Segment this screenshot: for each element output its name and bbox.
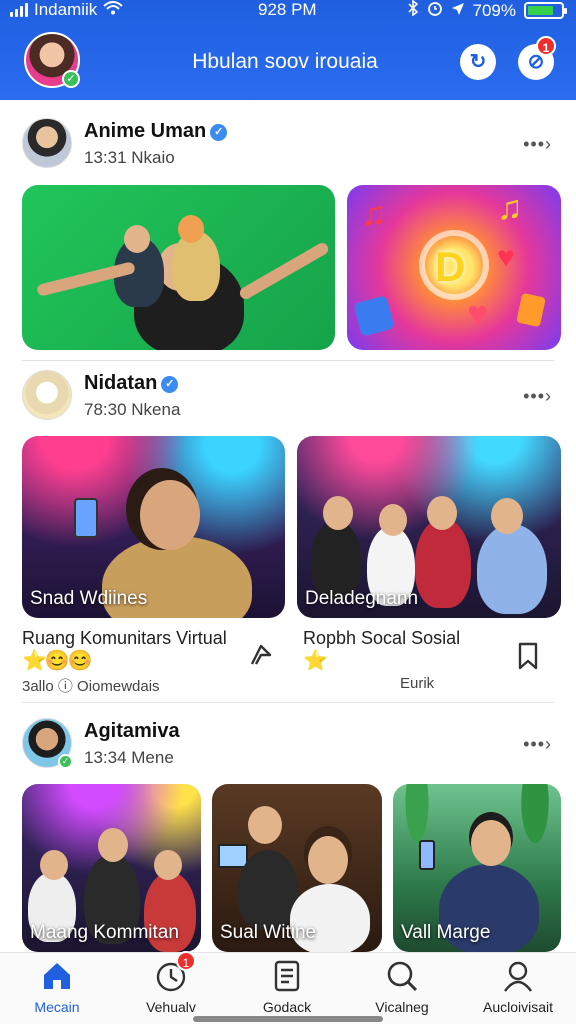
more-options-button[interactable]: •••›	[523, 734, 552, 755]
post-caption: Ruang Komunitars Virtual	[22, 628, 227, 648]
share-button[interactable]	[248, 642, 274, 675]
post-media-tile[interactable]: Maang Kommitan	[22, 784, 201, 952]
post-media-tile[interactable]	[22, 185, 335, 350]
post-media-tile[interactable]: Sual Witine	[212, 784, 382, 952]
document-icon	[270, 959, 304, 993]
post-author[interactable]: Agitamiva	[84, 720, 180, 743]
compass-button[interactable]: ⊘ 1	[518, 36, 556, 80]
post-media-tile[interactable]: Snad Wdiines	[22, 436, 285, 618]
signal-icon	[10, 3, 28, 17]
notification-badge: 1	[176, 951, 196, 971]
tile-caption: Vall Marge	[401, 922, 491, 943]
post-meta: 13:31 Nkaio	[84, 148, 175, 167]
author-avatar[interactable]	[22, 370, 72, 420]
alarm-icon	[427, 0, 443, 21]
music-note-icon: ♫	[497, 189, 523, 227]
location-icon	[451, 1, 465, 21]
author-avatar[interactable]: ✓	[22, 718, 73, 769]
verified-icon: ✓	[210, 124, 228, 141]
verified-icon: ✓	[161, 376, 179, 393]
post-author[interactable]: Nidatan ✓	[84, 372, 179, 395]
post-media-tile[interactable]: D ♫ ♫ ♥ ♥	[347, 185, 561, 350]
nav-item-timer[interactable]: 1 Vehualv	[121, 951, 221, 1015]
music-note-icon: ♫	[361, 195, 387, 233]
timer-icon: 1	[154, 951, 196, 993]
carrier-name: Indamiik	[34, 0, 98, 19]
more-options-button[interactable]: •••›	[523, 134, 552, 155]
wifi-icon	[103, 0, 123, 20]
bottom-navigation: Mecain 1 Vehualv Godack Vicalneg Aucloiv…	[0, 951, 576, 1024]
refresh-icon: ↻	[469, 51, 487, 73]
heart-icon: ♥	[467, 293, 489, 334]
reaction-emojis[interactable]: ⭐	[303, 648, 328, 673]
top-app-bar: Indamiik 928 PM 709% ✓ Hbulan soov iroua…	[0, 0, 576, 100]
profile-icon	[501, 959, 535, 993]
post-footnote: 3allo ⓘ Oiomewdais	[22, 678, 160, 695]
home-icon	[40, 959, 74, 993]
post-media-tile[interactable]: Vall Marge	[393, 784, 561, 952]
share-icon	[250, 644, 272, 665]
online-status-icon: ✓	[58, 754, 73, 769]
author-avatar[interactable]	[22, 118, 72, 168]
bookmark-icon	[518, 642, 538, 670]
tile-caption: Snad Wdiines	[30, 588, 148, 609]
status-time: 928 PM	[258, 0, 317, 19]
refresh-button[interactable]: ↻	[460, 44, 496, 80]
heart-icon: ♥	[497, 241, 515, 274]
post-divider	[22, 702, 554, 703]
user-avatar[interactable]: ✓	[24, 32, 80, 88]
nav-item-home[interactable]: Mecain	[7, 959, 107, 1015]
search-icon	[385, 959, 419, 993]
nav-item-document[interactable]: Godack	[237, 959, 337, 1015]
status-bar: Indamiik 928 PM 709%	[0, 0, 576, 22]
bookmark-button[interactable]	[516, 642, 540, 677]
post-divider	[22, 360, 554, 361]
reaction-emojis[interactable]: ⭐😊😊	[22, 648, 93, 673]
battery-icon	[524, 2, 567, 19]
more-options-button[interactable]: •••›	[523, 386, 552, 407]
post-media-tile[interactable]: Deladegnann	[297, 436, 561, 618]
post-author[interactable]: Anime Uman ✓	[84, 120, 228, 143]
post-caption: Ropbh Socal Sosial	[303, 628, 461, 648]
nav-item-profile[interactable]: Aucloivisait	[468, 959, 568, 1015]
post-meta: 13:34 Mene	[84, 748, 174, 767]
battery-percent: 709%	[472, 0, 516, 20]
page-title: Hbulan soov irouaia	[192, 50, 378, 73]
notification-badge: 1	[536, 36, 556, 56]
tile-caption: Sual Witine	[220, 922, 317, 943]
home-indicator[interactable]	[193, 1016, 383, 1022]
tile-caption: Deladegnann	[305, 588, 419, 609]
post-footnote: Eurik	[400, 675, 435, 692]
post-header: ✓ Agitamiva 13:34 Mene •••›	[22, 718, 554, 770]
bluetooth-icon	[407, 0, 419, 21]
online-status-icon: ✓	[62, 70, 80, 88]
post-meta: 78:30 Nkena	[84, 400, 181, 419]
tile-caption: Maang Kommitan	[30, 922, 179, 943]
post-header: Nidatan ✓ 78:30 Nkena •••›	[22, 370, 554, 422]
post-header: Anime Uman ✓ 13:31 Nkaio •••›	[22, 118, 554, 170]
nav-item-search[interactable]: Vicalneg	[352, 959, 452, 1015]
